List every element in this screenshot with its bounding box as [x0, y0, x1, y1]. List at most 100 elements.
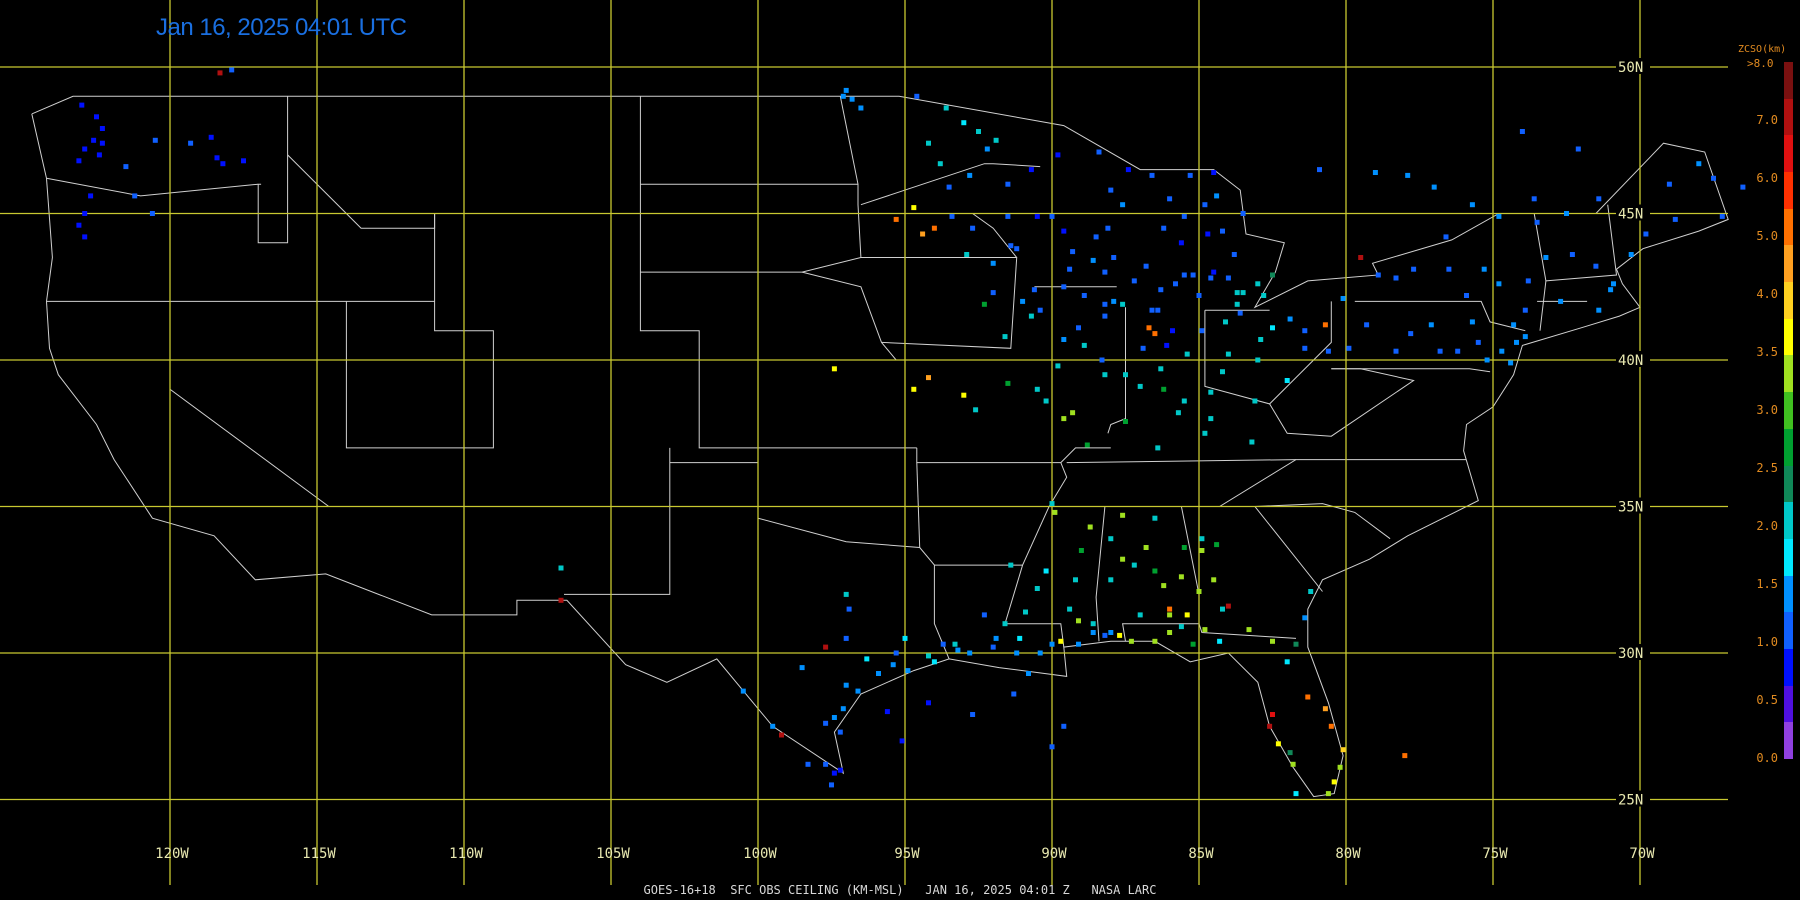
station-marker: [1155, 307, 1161, 313]
station-marker: [943, 105, 949, 111]
latitude-label: 25N: [1618, 793, 1643, 809]
station-marker: [843, 682, 849, 688]
station-marker: [876, 671, 881, 676]
station-marker: [1034, 386, 1040, 392]
station-marker: [1008, 562, 1014, 568]
station-marker: [1331, 779, 1337, 785]
longitude-label: 70W: [1629, 846, 1655, 862]
station-marker: [964, 252, 970, 257]
station-marker: [984, 146, 990, 152]
boundary-line: [839, 96, 859, 185]
station-marker: [1293, 791, 1299, 797]
station-marker: [1149, 172, 1155, 178]
station-marker: [1496, 213, 1502, 219]
station-marker: [1128, 638, 1134, 644]
station-marker: [1211, 170, 1217, 175]
station-marker: [1125, 167, 1131, 173]
station-marker: [1102, 372, 1108, 378]
station-marker: [1255, 357, 1261, 363]
station-marker: [976, 129, 981, 134]
station-marker: [981, 612, 987, 618]
boundary-line: [287, 154, 436, 229]
station-marker: [1052, 509, 1058, 515]
legend-color-segment: [1784, 135, 1793, 173]
legend-tick-label: 0.0: [1756, 751, 1778, 765]
legend-max-label: >8.0: [1747, 57, 1774, 70]
station-marker: [1364, 322, 1370, 328]
station-marker: [1408, 331, 1414, 337]
station-marker: [1167, 612, 1173, 618]
station-marker: [1143, 545, 1149, 550]
longitude-label: 105W: [596, 846, 630, 862]
station-marker: [905, 668, 911, 674]
boundary-line: [564, 447, 671, 595]
station-marker: [149, 211, 155, 216]
station-marker: [1375, 272, 1381, 278]
station-marker: [981, 301, 987, 307]
boundary-line: [46, 177, 259, 197]
station-marker: [1102, 269, 1108, 275]
station-marker: [1073, 577, 1078, 583]
station-marker: [241, 158, 246, 164]
station-marker: [1270, 325, 1275, 331]
boundary-line: [1122, 506, 1200, 642]
station-marker: [229, 67, 235, 73]
station-marker: [961, 120, 967, 126]
station-marker: [1055, 152, 1061, 158]
legend-color-segment: [1784, 428, 1793, 466]
station-marker: [1102, 313, 1108, 319]
legend-color-segment: [1784, 465, 1793, 503]
station-marker: [1173, 281, 1178, 287]
boundary-line: [1533, 213, 1547, 331]
station-marker: [1131, 278, 1137, 284]
station-marker: [1275, 741, 1281, 747]
station-marker: [1302, 345, 1308, 351]
station-marker: [843, 87, 849, 93]
station-marker: [1214, 542, 1220, 548]
station-marker: [188, 140, 194, 146]
legend-color-segment: [1784, 282, 1793, 320]
legend-color-segment: [1784, 208, 1793, 246]
station-marker: [1061, 228, 1067, 234]
station-marker: [967, 650, 973, 656]
station-marker: [1076, 325, 1081, 331]
station-marker: [82, 234, 88, 240]
station-marker: [94, 114, 99, 120]
station-marker: [1372, 170, 1378, 175]
longitude-label: 95W: [894, 846, 920, 862]
station-marker: [1084, 442, 1090, 448]
state-boundaries: [31, 95, 1729, 798]
legend-tick-label: 2.5: [1756, 461, 1778, 475]
boundary-line: [1269, 368, 1415, 437]
station-marker: [1346, 345, 1352, 351]
station-marker: [1140, 345, 1146, 351]
station-marker: [831, 366, 837, 372]
station-marker: [1167, 196, 1173, 202]
station-marker: [558, 597, 564, 603]
station-marker: [214, 155, 220, 161]
station-marker: [123, 164, 129, 170]
station-marker: [1120, 202, 1126, 208]
station-marker: [1175, 410, 1181, 416]
station-marker: [1161, 225, 1167, 231]
longitude-label: 85W: [1188, 846, 1214, 862]
station-marker: [1143, 263, 1149, 269]
station-marker: [1340, 296, 1346, 301]
boundary-line: [669, 462, 950, 660]
station-marker: [823, 761, 829, 767]
station-marker: [946, 184, 952, 190]
station-marker: [1643, 231, 1649, 237]
station-marker: [1067, 266, 1073, 272]
station-marker: [1152, 638, 1158, 644]
station-marker: [1034, 586, 1040, 591]
station-marker: [1108, 536, 1114, 542]
station-marker: [1061, 723, 1067, 729]
station-marker: [1666, 181, 1672, 187]
station-marker: [1270, 712, 1275, 717]
station-marker: [1290, 761, 1296, 767]
station-marker: [1137, 612, 1143, 618]
station-marker: [1181, 398, 1187, 404]
station-marker: [837, 729, 843, 735]
longitude-label: 75W: [1482, 846, 1508, 862]
legend-color-segment: [1784, 392, 1793, 430]
